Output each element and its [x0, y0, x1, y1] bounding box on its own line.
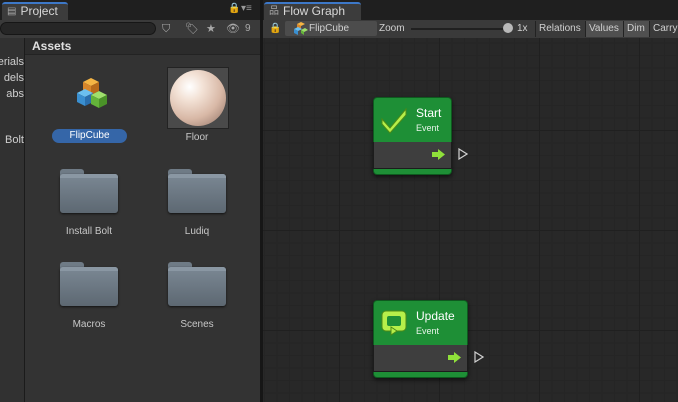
relations-button[interactable]: Relations [535, 21, 585, 37]
asset-install-bolt[interactable]: Install Bolt [44, 226, 134, 237]
project-tab-label: Project [20, 4, 58, 18]
asset-flipcube[interactable]: FlipCube [52, 129, 127, 143]
prefab-cube-icon[interactable] [74, 76, 110, 112]
node-header[interactable]: Start Event [373, 97, 452, 142]
project-tab-icon: ▤ [7, 6, 17, 17]
node-subtitle: Event [416, 326, 440, 336]
flow-output-arrow-icon[interactable] [432, 149, 445, 160]
node-footer [373, 169, 452, 175]
asset-ludiq[interactable]: Ludiq [152, 226, 242, 237]
folder-tree: erials dels abs Bolt [0, 38, 25, 402]
values-toggle[interactable]: Values [585, 21, 623, 37]
node-update-event[interactable]: Update Event [373, 300, 468, 378]
graph-canvas[interactable] [263, 38, 678, 402]
asset-macros[interactable]: Macros [44, 319, 134, 330]
breadcrumb-label: FlipCube [309, 23, 350, 34]
graph-toolbar: 🔒 FlipCube Zoom 1x Relations Values Dim … [263, 20, 678, 39]
loop-icon [379, 307, 409, 337]
flow-output-port-icon[interactable] [458, 147, 469, 163]
dim-toggle[interactable]: Dim [623, 21, 649, 37]
node-body [373, 345, 468, 372]
node-header[interactable]: Update Event [373, 300, 468, 345]
flow-graph-panel: 品 Flow Graph 🔒 FlipCube Zoom 1x Relations… [263, 0, 678, 402]
tree-item-prefabs[interactable]: abs [0, 88, 24, 100]
lock-icon[interactable]: 🔒 [228, 3, 240, 14]
zoom-label: Zoom [379, 23, 405, 34]
zoom-slider[interactable] [411, 28, 511, 30]
node-start-event[interactable]: Start Event [373, 97, 452, 175]
zoom-value: 1x [517, 23, 528, 34]
folder-icon[interactable] [60, 169, 118, 213]
hidden-count: 9 [245, 23, 251, 34]
tree-item-models[interactable]: dels [0, 72, 24, 84]
tree-item-materials[interactable]: erials [0, 56, 24, 68]
asset-floor[interactable]: Floor [152, 132, 242, 143]
node-title: Update [416, 309, 455, 323]
asset-scenes[interactable]: Scenes [152, 319, 242, 330]
folder-icon[interactable] [60, 262, 118, 306]
filter-by-label-icon[interactable]: 🏷 [185, 21, 199, 37]
folder-icon[interactable] [168, 169, 226, 213]
project-panel: ▤ Project 🔒 ▾≡ ⛉ 🏷 ★ 👁 9 erials dels abs … [0, 0, 260, 402]
hidden-packages-icon[interactable]: 👁 [226, 21, 240, 37]
graph-lock-icon[interactable]: 🔒 [269, 21, 281, 37]
hierarchy-icon: 品 [269, 6, 279, 17]
tab-flow-graph[interactable]: 品 Flow Graph [264, 2, 361, 20]
node-title: Start [416, 106, 442, 120]
filter-by-type-icon[interactable]: ⛉ [162, 21, 170, 37]
zoom-slider-thumb[interactable] [503, 23, 513, 33]
tab-project[interactable]: ▤ Project [2, 2, 68, 20]
search-input[interactable] [0, 22, 156, 35]
node-body [373, 142, 452, 169]
breadcrumb-prefab-icon [293, 21, 309, 36]
panel-menu-icon[interactable]: ▾≡ [241, 3, 252, 14]
flow-output-port-icon[interactable] [474, 350, 485, 366]
carry-toggle[interactable]: Carry [649, 21, 678, 37]
folder-icon[interactable] [168, 262, 226, 306]
favorites-star-icon[interactable]: ★ [206, 21, 216, 37]
node-footer [373, 372, 468, 378]
tree-item-install-bolt[interactable]: Bolt [0, 134, 24, 146]
flow-output-arrow-icon[interactable] [448, 352, 461, 363]
material-sphere-icon[interactable] [167, 67, 229, 129]
assets-header: Assets [25, 38, 260, 55]
node-subtitle: Event [416, 123, 440, 133]
check-icon [379, 104, 409, 134]
project-toolbar: ⛉ 🏷 ★ 👁 9 [0, 20, 260, 39]
flow-graph-tab-label: Flow Graph [283, 4, 346, 18]
